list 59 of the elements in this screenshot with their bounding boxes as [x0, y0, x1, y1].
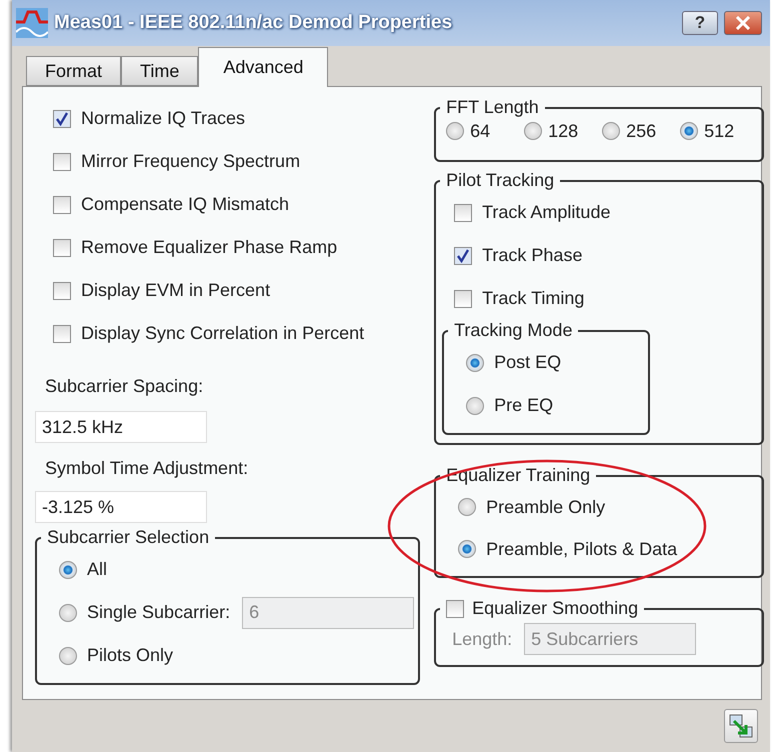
- radio-label: All: [87, 559, 108, 580]
- radio-button[interactable]: [446, 122, 464, 140]
- radio-button[interactable]: [602, 122, 620, 140]
- radio-button[interactable]: [59, 646, 77, 664]
- checkbox[interactable]: [454, 204, 472, 222]
- checkbox[interactable]: [454, 290, 472, 308]
- radio-button[interactable]: [680, 122, 698, 140]
- close-icon: [735, 16, 751, 30]
- radio-button[interactable]: [59, 560, 77, 578]
- tab[interactable]: Advanced: [198, 47, 328, 87]
- radio-label: Preamble Only: [486, 496, 606, 518]
- checkbox[interactable]: [53, 282, 71, 300]
- group-title: Equalizer Training: [445, 465, 592, 486]
- checkbox-label: Compensate IQ Mismatch: [81, 194, 290, 215]
- checkbox-label: Normalize IQ Traces: [81, 108, 246, 129]
- group-title: Equalizer Smoothing: [472, 598, 638, 619]
- adjustment-field[interactable]: -3.125 %: [35, 491, 207, 523]
- radio-label: 128: [548, 120, 578, 142]
- radio-button[interactable]: [466, 396, 484, 414]
- checkbox-label: Track Timing: [482, 288, 584, 309]
- radio-label: Preamble, Pilots & Data: [486, 538, 678, 560]
- checkbox[interactable]: [454, 246, 472, 264]
- group-title: FFT Length: [445, 97, 540, 118]
- tab[interactable]: Time: [121, 56, 198, 86]
- group-title: Pilot Tracking: [445, 170, 556, 191]
- close-button[interactable]: [724, 11, 762, 35]
- checkbox-label: Remove Equalizer Phase Ramp: [81, 237, 338, 258]
- checkbox[interactable]: [53, 152, 71, 170]
- radio-label: Pre EQ: [494, 395, 554, 416]
- radio-label: Pilots Only: [87, 645, 174, 666]
- apply-button[interactable]: [724, 709, 758, 743]
- window-title: Meas01 - IEEE 802.11n/ac Demod Properties: [54, 12, 454, 34]
- radio-button[interactable]: [524, 122, 542, 140]
- radio-label: Single Subcarrier:: [87, 602, 230, 623]
- checkbox[interactable]: [53, 196, 71, 214]
- tab[interactable]: Format: [26, 56, 122, 86]
- group-title: Tracking Mode: [453, 320, 574, 341]
- spacing-field[interactable]: 312.5 kHz: [35, 411, 207, 443]
- checkbox-label: Track Phase: [482, 245, 582, 266]
- radio-button[interactable]: [458, 540, 476, 558]
- checkbox[interactable]: [53, 324, 71, 342]
- group-title: Subcarrier Selection: [46, 527, 210, 548]
- field-label: Length:: [452, 628, 512, 650]
- checkbox-label: Mirror Frequency Spectrum: [81, 151, 300, 172]
- checkbox-label: Display EVM in Percent: [81, 280, 270, 301]
- checkbox[interactable]: [53, 110, 71, 128]
- radio-label: 256: [626, 120, 656, 142]
- checkbox[interactable]: [53, 238, 71, 256]
- app-logo-icon: [16, 8, 48, 38]
- radio-label: Post EQ: [494, 352, 562, 373]
- help-button[interactable]: ?: [682, 11, 718, 35]
- checkbox-label: Track Amplitude: [482, 202, 610, 223]
- radio-label: 64: [470, 120, 490, 142]
- radio-button[interactable]: [466, 354, 484, 372]
- radio-label: 512: [704, 120, 734, 142]
- field-label: Subcarrier Spacing:: [44, 374, 204, 398]
- field-label: Symbol Time Adjustment:: [44, 456, 250, 480]
- checkbox-label: Display Sync Correlation in Percent: [81, 323, 364, 344]
- radio-button[interactable]: [458, 498, 476, 516]
